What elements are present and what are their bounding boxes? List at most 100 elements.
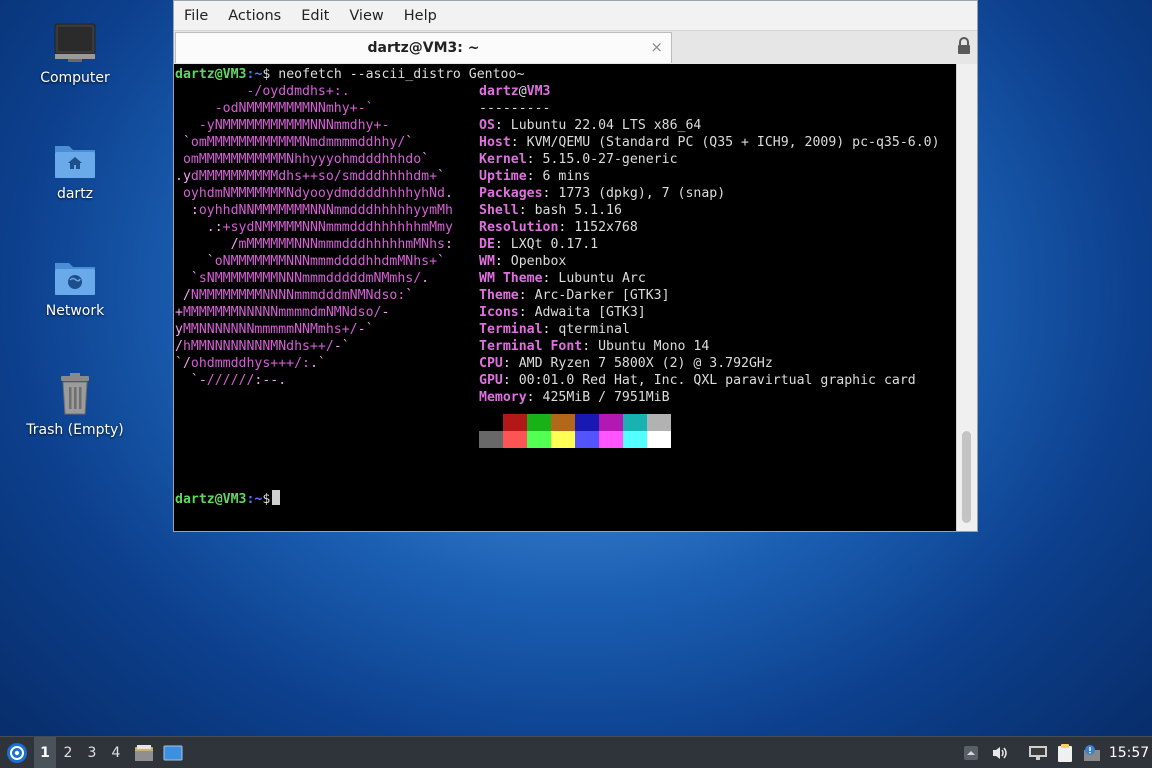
ascii-art-segment: : — [175, 203, 199, 218]
color-swatch — [479, 414, 503, 431]
lock-icon[interactable] — [957, 37, 971, 55]
desktop-icon-home-folder[interactable]: dartz — [20, 140, 130, 202]
volume-button[interactable] — [988, 737, 1012, 768]
ascii-art-line: -odNMMMMMMMMNNmhy+-` — [175, 100, 374, 117]
start-menu-button[interactable] — [2, 737, 32, 768]
terminal-window: File Actions Edit View Help dartz@VM3: ~… — [173, 0, 978, 532]
ascii-art-segment: ////// — [206, 373, 255, 388]
info-value: bash 5.1.16 — [534, 203, 622, 218]
info-value: Arc-Darker [GTK3] — [534, 288, 670, 303]
info-key: Shell — [479, 203, 519, 218]
clipboard-button[interactable] — [1053, 737, 1077, 768]
ascii-art-segment: + — [175, 305, 183, 320]
show-desktop-button[interactable] — [161, 737, 185, 768]
ascii-art-line: oyhdmNMMMMMMMNdyooydmddddhhhhyhNd. — [175, 185, 453, 202]
info-value: 1152x768 — [574, 220, 638, 235]
info-key: Uptime — [479, 169, 527, 184]
ascii-art-segment: `- — [175, 373, 207, 388]
ascii-art-segment: -yNMMMMMMMMMMMNNNmmdhy+- — [198, 118, 390, 133]
color-swatch — [647, 431, 671, 448]
color-swatch — [599, 414, 623, 431]
info-key: Resolution — [479, 220, 559, 235]
ascii-art-segment — [175, 152, 183, 167]
desktop-icon-computer[interactable]: Computer — [20, 22, 130, 86]
tray-arrow-button[interactable] — [960, 737, 982, 768]
info-value: 425MiB / 7951MiB — [542, 390, 670, 405]
menu-help[interactable]: Help — [394, 8, 447, 24]
close-tab-icon[interactable]: × — [650, 38, 663, 56]
command-line: dartz@VM3:~$ neofetch --ascii_distro Gen… — [175, 66, 524, 83]
ascii-art-segment — [175, 84, 246, 99]
desktop-icon-network[interactable]: Network — [20, 257, 130, 319]
info-row: Host: KVM/QEMU (Standard PC (Q35 + ICH9,… — [479, 135, 940, 150]
ascii-art-segment: NMMMMMMMMNNNNmmmdddmNMNdso: — [190, 288, 406, 303]
trash-icon — [61, 373, 89, 415]
workspace-4[interactable]: 4 — [105, 737, 127, 768]
update-notifier-button[interactable] — [1080, 737, 1104, 768]
ascii-art-segment: omMMMMMMMMMMMNhhyyyohmdddhhhdo — [182, 152, 422, 167]
ascii-art-segment: dMMMMMMMMMMdhs++so/smdddhhhhdm+ — [190, 169, 438, 184]
info-host: VM3 — [526, 84, 551, 99]
info-row: Uptime: 6 mins — [479, 169, 591, 184]
workspace-2[interactable]: 2 — [57, 737, 79, 768]
color-swatch — [527, 414, 551, 431]
update-notification-icon — [1084, 744, 1100, 761]
terminal-output[interactable]: dartz@VM3:~$ neofetch --ascii_distro Gen… — [174, 64, 956, 531]
ascii-art-segment: ` — [405, 288, 414, 303]
ascii-art-segment: - — [381, 305, 390, 320]
chevron-up-icon — [964, 745, 978, 760]
info-value: AMD Ryzen 7 5800X (2) @ 3.792GHz — [518, 356, 773, 371]
ascii-art-segment: ` — [175, 135, 191, 150]
info-row: Kernel: 5.15.0-27-generic — [479, 152, 678, 167]
menu-view[interactable]: View — [339, 8, 393, 24]
info-value: LXQt 0.17.1 — [510, 237, 599, 252]
desktop-icon-trash[interactable]: Trash (Empty) — [20, 372, 130, 438]
color-swatch — [527, 431, 551, 448]
ascii-art-segment: oNMMMMMMMNNNmmmddddhhdmMNhs+ — [214, 254, 438, 269]
prompt-user: dartz@VM3 — [175, 67, 247, 82]
vertical-scrollbar[interactable] — [956, 64, 977, 531]
workspace-1[interactable]: 1 — [34, 737, 56, 768]
color-swatch — [647, 414, 671, 431]
ascii-art-segment: .` — [309, 356, 326, 371]
network-status-button[interactable] — [1026, 737, 1050, 768]
ascii-art-segment: ohdmmddhys+++/: — [190, 356, 310, 371]
tab-terminal[interactable]: dartz@VM3: ~ × — [175, 32, 672, 63]
clock[interactable]: 15:57 — [1108, 737, 1150, 768]
workspace-3[interactable]: 3 — [81, 737, 103, 768]
menu-edit[interactable]: Edit — [291, 8, 339, 24]
info-value: Ubuntu Mono 14 — [598, 339, 710, 354]
ascii-art-segment: . — [444, 186, 453, 201]
info-key: CPU — [479, 356, 503, 371]
info-row: Terminal Font: Ubuntu Mono 14 — [479, 339, 710, 354]
menu-file[interactable]: File — [174, 8, 218, 24]
info-row: Memory: 425MiB / 7951MiB — [479, 390, 670, 405]
color-swatch — [575, 431, 599, 448]
color-swatch — [551, 414, 575, 431]
file-manager-launcher[interactable] — [132, 737, 156, 768]
ascii-art-segment: .y — [175, 169, 191, 184]
info-key: Host — [479, 135, 511, 150]
ascii-art-line: yMMNNNNNNNmmmmmNNMmhs+/-` — [175, 321, 374, 338]
ascii-art-segment: ` — [175, 271, 199, 286]
info-value: Lubuntu 22.04 LTS x86_64 — [510, 118, 702, 133]
info-user: dartz — [479, 84, 519, 99]
ascii-art-segment: / — [175, 237, 239, 252]
ascii-art-segment: hMMNNNNNNNNMNdhs++/ — [182, 339, 334, 354]
ascii-art-segment: +sydNMMMMMNNNmmmdddhhhhhhmMmy — [222, 220, 453, 235]
scrollbar-thumb[interactable] — [962, 431, 971, 523]
ascii-art-segment — [175, 101, 215, 116]
ascii-art-segment: -` — [357, 322, 374, 337]
desktop-icon-label: Network — [45, 303, 105, 319]
color-swatch — [503, 431, 527, 448]
desktop-icon-label: Trash (Empty) — [26, 422, 124, 438]
ascii-art-segment: ` — [437, 169, 445, 184]
ascii-art-line: .:+sydNMMMMMNNNmmmdddhhhhhhmMmy — [175, 219, 453, 236]
info-row: DE: LXQt 0.17.1 — [479, 237, 599, 252]
prompt-line: dartz@VM3:~$ — [175, 490, 281, 508]
menu-actions[interactable]: Actions — [218, 8, 291, 24]
ascii-art-line: -/oyddmdhs+:. — [175, 83, 349, 100]
info-key: Theme — [479, 288, 519, 303]
ascii-art-line: :oyhhdNNMMMMMMMNNNmmdddhhhhhyymMh — [175, 202, 453, 219]
network-folder-icon — [55, 263, 95, 295]
